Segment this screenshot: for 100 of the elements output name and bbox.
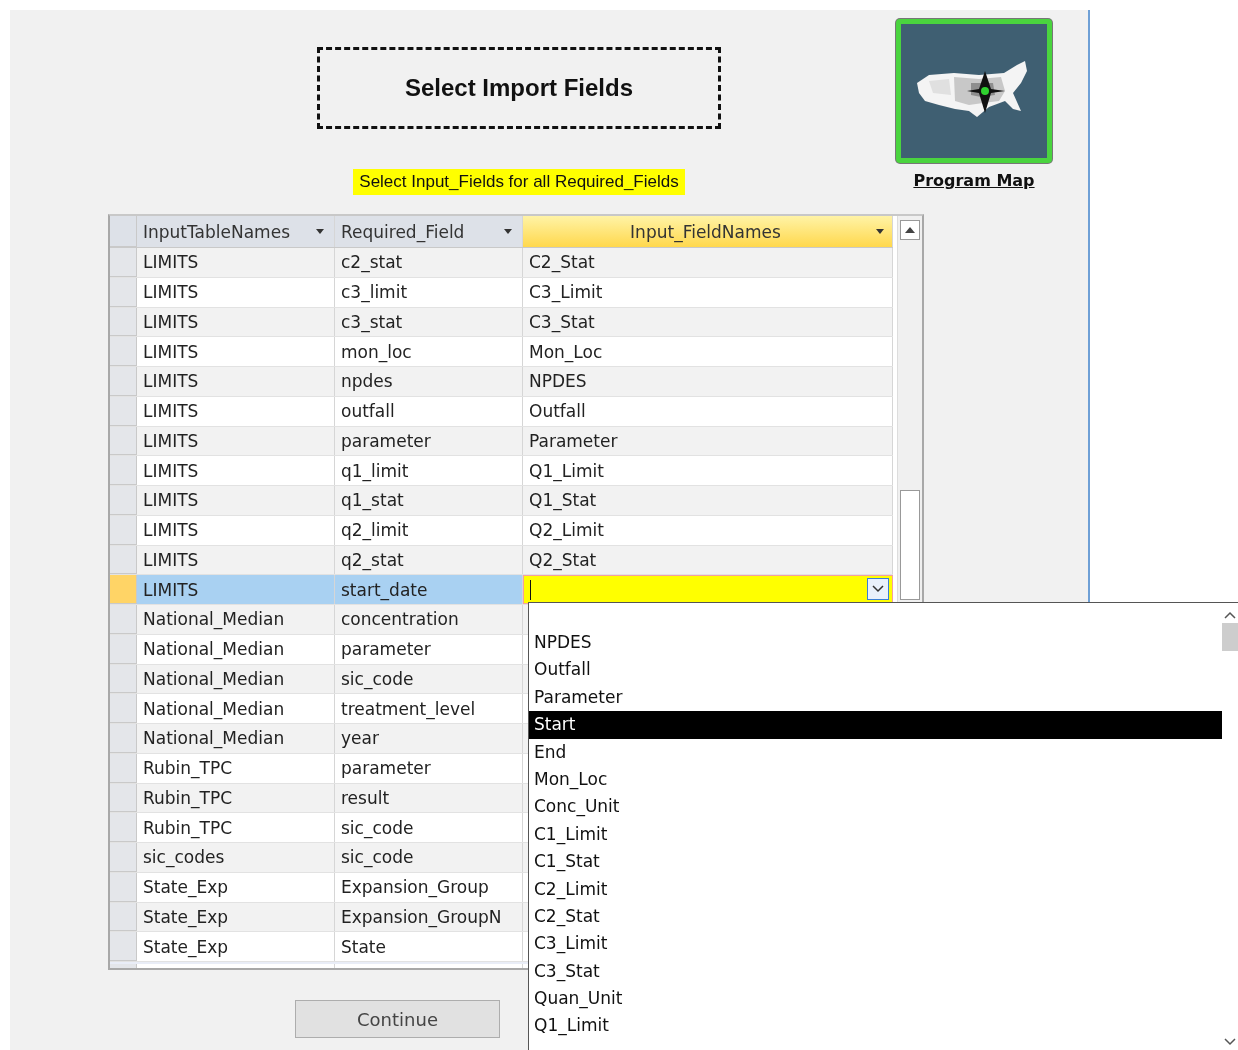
column-header[interactable]: Input_FieldNames bbox=[523, 216, 893, 247]
dropdown-option[interactable]: C2_Limit bbox=[529, 875, 1222, 903]
table-cell: C3_Stat bbox=[523, 307, 893, 337]
dropdown-option[interactable]: Outfall bbox=[529, 656, 1222, 684]
table-cell: parameter bbox=[335, 634, 523, 664]
instruction-label: Select Input_Fields for all Required_Fields bbox=[353, 169, 685, 195]
table-cell: National_Median bbox=[137, 664, 335, 694]
scroll-down-icon[interactable] bbox=[1224, 1038, 1236, 1046]
table-cell: Q1_Limit bbox=[523, 456, 893, 485]
table-cell: q1_stat bbox=[335, 486, 523, 515]
table-cell: Parameter bbox=[523, 426, 893, 456]
select-all-corner[interactable] bbox=[110, 216, 137, 247]
scroll-thumb[interactable] bbox=[1222, 623, 1238, 651]
table-cell: c3_stat bbox=[335, 307, 523, 337]
row-selector[interactable] bbox=[110, 902, 137, 932]
map-button[interactable] bbox=[896, 19, 1052, 163]
table-cell: LIMITS bbox=[137, 426, 335, 456]
table-cell: National_Median bbox=[137, 694, 335, 723]
table-cell: sic_code bbox=[335, 813, 523, 842]
table-cell: c2_stat bbox=[335, 248, 523, 277]
row-selector[interactable] bbox=[110, 456, 137, 485]
table-cell: State_Exp bbox=[137, 902, 335, 932]
dropdown-option[interactable]: Q1_Limit bbox=[529, 1012, 1222, 1040]
row-selector[interactable] bbox=[110, 248, 137, 277]
table-cell: Q2_Limit bbox=[523, 515, 893, 545]
table-cell: LIMITS bbox=[137, 277, 335, 307]
row-selector[interactable] bbox=[110, 426, 137, 456]
table-cell: Expansion_Group bbox=[335, 872, 523, 902]
row-selector[interactable] bbox=[110, 872, 137, 902]
row-selector[interactable] bbox=[110, 813, 137, 842]
table-cell: LIMITS bbox=[137, 456, 335, 485]
dropdown-option[interactable]: Conc_Unit bbox=[529, 793, 1222, 821]
program-map-link[interactable]: Program Map bbox=[913, 171, 1035, 190]
table-cell: National_Median bbox=[137, 605, 335, 634]
dropdown-option[interactable]: NPDES bbox=[529, 629, 1222, 657]
dropdown-option[interactable]: C2_Stat bbox=[529, 902, 1222, 931]
table-cell: LIMITS bbox=[137, 515, 335, 545]
table-cell: National_Median bbox=[137, 724, 335, 753]
dropdown-option[interactable]: C1_Stat bbox=[529, 848, 1222, 876]
row-selector[interactable] bbox=[110, 396, 137, 426]
row-selector[interactable] bbox=[110, 486, 137, 515]
table-cell: C3_Limit bbox=[523, 277, 893, 307]
dropdown-button[interactable] bbox=[867, 578, 889, 601]
row-selector[interactable] bbox=[110, 337, 137, 366]
scroll-up-icon[interactable] bbox=[1224, 611, 1236, 619]
dropdown-option[interactable]: C3_Limit bbox=[529, 930, 1222, 958]
table-cell: Rubin_TPC bbox=[137, 813, 335, 842]
row-selector[interactable] bbox=[110, 545, 137, 575]
table-cell: start_date bbox=[335, 575, 523, 604]
table-cell: q2_limit bbox=[335, 515, 523, 545]
row-selector[interactable] bbox=[110, 515, 137, 545]
dropdown-option[interactable]: Mon_Loc bbox=[529, 765, 1222, 794]
dropdown-option[interactable]: Parameter bbox=[529, 683, 1222, 712]
table-cell: c3_limit bbox=[335, 277, 523, 307]
row-selector[interactable] bbox=[110, 664, 137, 694]
table-cell: Rubin_TPC bbox=[137, 753, 335, 783]
dropdown-option[interactable]: End bbox=[529, 738, 1222, 766]
form-title: Select Import Fields bbox=[317, 47, 721, 129]
table-cell: outfall bbox=[335, 396, 523, 426]
scroll-up-button[interactable] bbox=[900, 220, 920, 240]
row-selector[interactable] bbox=[110, 783, 137, 813]
caret-icon bbox=[876, 229, 884, 234]
dropdown-option[interactable]: Start bbox=[529, 711, 1222, 739]
table-cell: result bbox=[335, 783, 523, 813]
continue-button[interactable]: Continue bbox=[295, 1000, 500, 1038]
table-cell: LIMITS bbox=[137, 486, 335, 515]
table-cell: LIMITS bbox=[137, 545, 335, 575]
row-selector[interactable] bbox=[110, 753, 137, 783]
row-selector[interactable] bbox=[110, 843, 137, 872]
column-header[interactable]: InputTableNames bbox=[137, 216, 335, 247]
table-cell: Q1_Stat bbox=[523, 486, 893, 515]
row-selector[interactable] bbox=[110, 724, 137, 753]
row-selector[interactable] bbox=[110, 932, 137, 961]
dropdown-option[interactable]: Quan_Unit bbox=[529, 985, 1222, 1013]
combo-field[interactable] bbox=[523, 575, 893, 604]
row-selector[interactable] bbox=[110, 634, 137, 664]
dropdown-option[interactable]: C1_Limit bbox=[529, 820, 1222, 849]
table-cell: Expansion_GroupN bbox=[335, 902, 523, 932]
scroll-thumb[interactable] bbox=[900, 490, 920, 600]
table-cell: q2_stat bbox=[335, 545, 523, 575]
row-selector[interactable] bbox=[110, 694, 137, 723]
table-cell: LIMITS bbox=[137, 337, 335, 366]
table-cell: State bbox=[335, 932, 523, 961]
table-cell: npdes bbox=[335, 367, 523, 396]
table-cell: sic_code bbox=[335, 664, 523, 694]
table-cell: C2_Stat bbox=[523, 248, 893, 277]
table-cell: mon_loc bbox=[335, 337, 523, 366]
table-cell: sic_codes bbox=[137, 843, 335, 872]
row-selector[interactable] bbox=[110, 277, 137, 307]
row-selector[interactable] bbox=[110, 575, 137, 604]
row-selector[interactable] bbox=[110, 367, 137, 396]
row-selector[interactable] bbox=[110, 605, 137, 634]
caret-icon bbox=[504, 229, 512, 234]
table-cell: LIMITS bbox=[137, 575, 335, 604]
caret-icon bbox=[316, 229, 324, 234]
table-cell: LIMITS bbox=[137, 367, 335, 396]
row-selector[interactable] bbox=[110, 307, 137, 337]
table-cell: Q2_Stat bbox=[523, 545, 893, 575]
table-cell: sic_code bbox=[335, 843, 523, 872]
dropdown-option[interactable]: C3_Stat bbox=[529, 957, 1222, 986]
